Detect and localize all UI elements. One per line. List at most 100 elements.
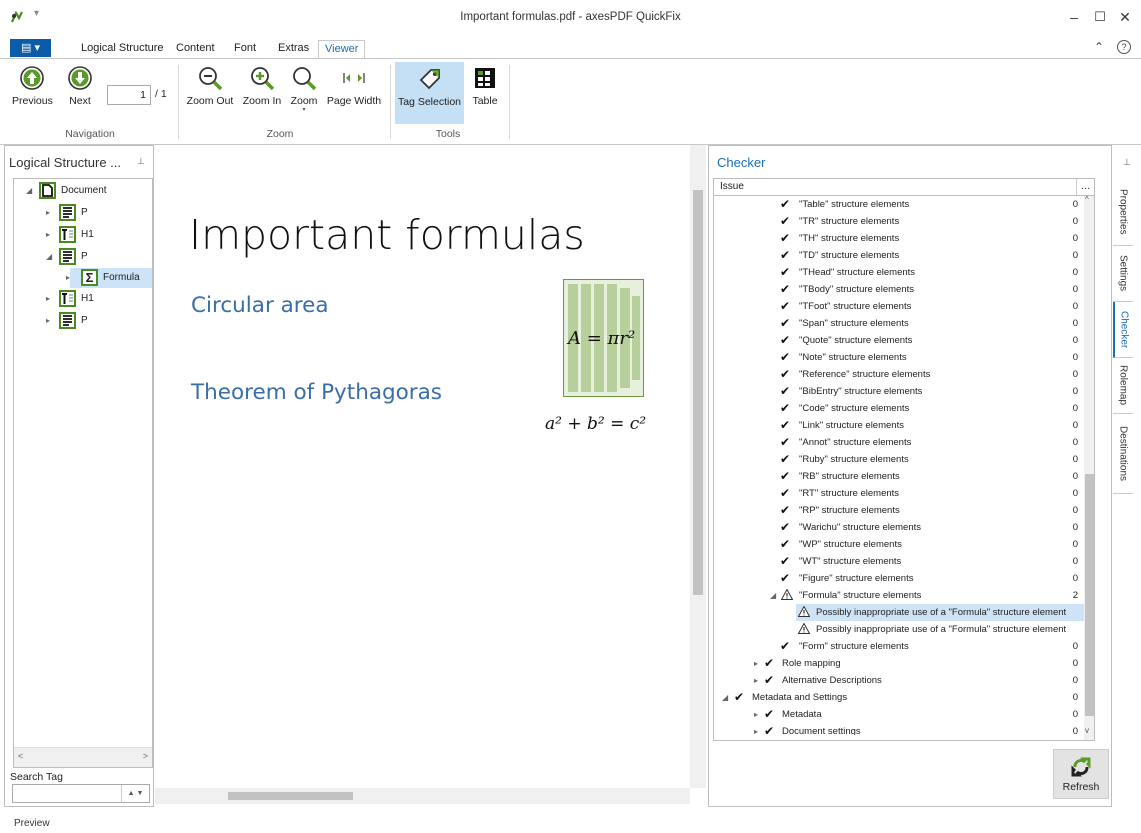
maximize-button[interactable]: ☐ — [1089, 6, 1111, 28]
checker-row[interactable]: ◢ "Formula" structure elements 2 — [714, 587, 1084, 604]
table-icon — [475, 68, 495, 88]
checker-row[interactable]: ✔ "TD" structure elements 0 — [714, 247, 1084, 264]
checker-row[interactable]: ▸ ✔ Metadata 0 — [714, 706, 1084, 723]
search-spin-icon[interactable]: ▲ ▼ — [121, 785, 149, 802]
table-button[interactable]: Table — [469, 61, 501, 107]
checker-row[interactable]: ✔ "WP" structure elements 0 — [714, 536, 1084, 553]
tree-horizontal-scrollbar[interactable]: < > — [14, 747, 152, 767]
help-icon[interactable]: ? — [1117, 40, 1131, 54]
expand-arrow-icon[interactable]: ▸ — [754, 672, 758, 689]
refresh-button[interactable]: Refresh — [1053, 749, 1109, 799]
checker-issue-row[interactable]: Possibly inappropriate use of a "Formula… — [796, 604, 1084, 621]
scroll-right-icon[interactable]: > — [143, 751, 148, 761]
tab-properties[interactable]: Properties — [1113, 178, 1133, 246]
close-button[interactable]: ✕ — [1114, 6, 1136, 28]
collapse-arrow-icon[interactable]: ◢ — [46, 247, 52, 267]
checker-row[interactable]: ✔ "TBody" structure elements 0 — [714, 281, 1084, 298]
search-tag-input[interactable]: ▲ ▼ — [12, 784, 150, 803]
checker-row[interactable]: ✔ "Ruby" structure elements 0 — [714, 451, 1084, 468]
checker-row[interactable]: ✔ "RP" structure elements 0 — [714, 502, 1084, 519]
expand-arrow-icon[interactable]: ▸ — [46, 225, 50, 245]
zoom-in-button[interactable]: Zoom In — [239, 61, 285, 107]
status-bar: Preview — [0, 815, 1141, 833]
document-horizontal-scrollbar[interactable] — [155, 788, 690, 804]
tree-item-h1[interactable]: ▸ H1 — [14, 225, 152, 245]
checker-row[interactable]: ✔ "RT" structure elements 0 — [714, 485, 1084, 502]
expand-arrow-icon[interactable]: ▸ — [46, 311, 50, 331]
tree-item-p[interactable]: ▸ P — [14, 203, 152, 223]
tab-logical-structure[interactable]: Logical Structure — [75, 40, 170, 59]
column-menu-button[interactable]: … — [1076, 179, 1094, 195]
checker-row[interactable]: ✔ "TFoot" structure elements 0 — [714, 298, 1084, 315]
tree-item-h1[interactable]: ▸ H1 — [14, 289, 152, 309]
minimize-button[interactable]: – — [1063, 6, 1085, 28]
checker-row[interactable]: ▸ ✔ Role mapping 0 — [714, 655, 1084, 672]
issue-column-header[interactable]: Issue … — [713, 178, 1095, 196]
check-icon: ✔ — [764, 707, 775, 721]
scroll-down-icon[interactable]: v — [1085, 726, 1089, 735]
next-button[interactable]: Next — [62, 61, 98, 107]
checker-row[interactable]: ✔ "WT" structure elements 0 — [714, 553, 1084, 570]
expand-arrow-icon[interactable]: ▸ — [754, 723, 758, 735]
tree-item-p[interactable]: ◢ P — [14, 247, 152, 267]
expand-arrow-icon[interactable]: ▸ — [46, 203, 50, 223]
expand-arrow-icon[interactable]: ▸ — [46, 289, 50, 309]
checker-row[interactable]: ✔ "Code" structure elements 0 — [714, 400, 1084, 417]
document-vertical-scrollbar[interactable] — [690, 145, 706, 788]
collapse-arrow-icon[interactable]: ◢ — [770, 587, 776, 604]
checker-row[interactable]: ✔ "Quote" structure elements 0 — [714, 332, 1084, 349]
collapse-ribbon-icon[interactable]: ⌃ — [1094, 40, 1104, 54]
expand-arrow-icon[interactable]: ▸ — [66, 268, 70, 288]
expand-arrow-icon[interactable]: ▸ — [754, 706, 758, 723]
checker-row[interactable]: ✔ "Annot" structure elements 0 — [714, 434, 1084, 451]
collapse-arrow-icon[interactable]: ◢ — [722, 689, 728, 706]
checker-row[interactable]: ▸ ✔ Document settings 0 — [714, 723, 1084, 735]
scroll-thumb[interactable] — [228, 792, 353, 800]
checker-row[interactable]: ✔ "Note" structure elements 0 — [714, 349, 1084, 366]
zoom-dropdown-button[interactable]: Zoom ▾ — [288, 61, 320, 113]
check-icon: ✔ — [780, 214, 791, 228]
file-menu-button[interactable]: ▤ ▾ — [10, 39, 51, 57]
tree-item-document[interactable]: ◢ Document — [14, 181, 152, 201]
check-icon: ✔ — [764, 656, 775, 670]
tree-item-p[interactable]: ▸ P — [14, 311, 152, 331]
checker-issue-row[interactable]: Possibly inappropriate use of a "Formula… — [796, 621, 1084, 638]
page-width-button[interactable]: Page Width — [326, 61, 382, 107]
checker-row[interactable]: ✔ "TH" structure elements 0 — [714, 230, 1084, 247]
tab-destinations[interactable]: Destinations — [1113, 414, 1133, 494]
zoom-out-button[interactable]: Zoom Out — [185, 61, 235, 107]
scroll-up-icon[interactable]: ^ — [1085, 196, 1089, 204]
tab-checker[interactable]: Checker — [1113, 302, 1133, 358]
tab-rolemap[interactable]: Rolemap — [1113, 358, 1133, 414]
scroll-thumb[interactable] — [693, 190, 703, 595]
page-number-input[interactable]: 1 — [107, 85, 151, 105]
tree-item-formula[interactable]: ▸ Σ Formula — [66, 268, 152, 288]
checker-row[interactable]: ◢ ✔ Metadata and Settings 0 — [714, 689, 1084, 706]
checker-row[interactable]: ✔ "TR" structure elements 0 — [714, 213, 1084, 230]
tab-content[interactable]: Content — [170, 40, 221, 59]
checker-row[interactable]: ✔ "Form" structure elements 0 — [714, 638, 1084, 655]
pin-icon[interactable]: ⊥ — [137, 156, 145, 167]
tab-font[interactable]: Font — [228, 40, 262, 59]
checker-row[interactable]: ✔ "Figure" structure elements 0 — [714, 570, 1084, 587]
scroll-thumb[interactable] — [1085, 474, 1094, 716]
scroll-left-icon[interactable]: < — [18, 751, 23, 761]
checker-row[interactable]: ✔ "RB" structure elements 0 — [714, 468, 1084, 485]
checker-row[interactable]: ✔ "BibEntry" structure elements 0 — [714, 383, 1084, 400]
checker-row[interactable]: ▸ ✔ Alternative Descriptions 0 — [714, 672, 1084, 689]
expand-arrow-icon[interactable]: ▸ — [754, 655, 758, 672]
pin-icon[interactable]: ⊥ — [1123, 157, 1131, 168]
checker-row[interactable]: ✔ "Link" structure elements 0 — [714, 417, 1084, 434]
collapse-arrow-icon[interactable]: ◢ — [26, 181, 32, 201]
checker-vertical-scrollbar[interactable]: ^ v — [1084, 196, 1094, 740]
checker-row[interactable]: ✔ "Reference" structure elements 0 — [714, 366, 1084, 383]
previous-button[interactable]: Previous — [12, 61, 53, 107]
checker-row[interactable]: ✔ "THead" structure elements 0 — [714, 264, 1084, 281]
checker-row[interactable]: ✔ "Table" structure elements 0 — [714, 196, 1084, 213]
tag-selection-button[interactable]: Tag Selection — [395, 62, 464, 124]
checker-row[interactable]: ✔ "Warichu" structure elements 0 — [714, 519, 1084, 536]
tab-viewer[interactable]: Viewer — [318, 40, 366, 59]
checker-row[interactable]: ✔ "Span" structure elements 0 — [714, 315, 1084, 332]
tab-extras[interactable]: Extras — [272, 40, 315, 59]
tab-settings[interactable]: Settings — [1113, 246, 1133, 302]
